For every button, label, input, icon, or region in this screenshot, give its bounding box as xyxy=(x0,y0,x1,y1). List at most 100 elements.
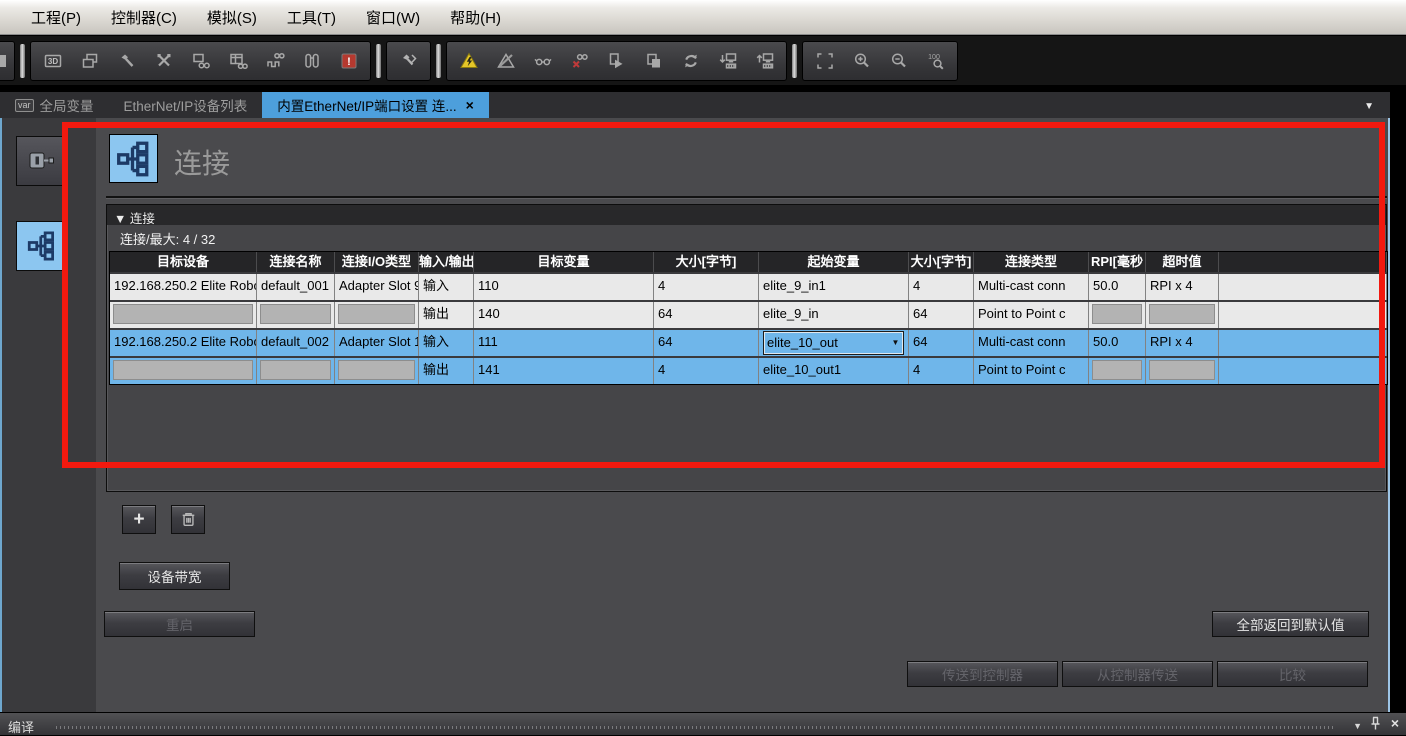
tools-icon[interactable] xyxy=(145,44,182,78)
watch-stop-icon[interactable] xyxy=(561,44,598,78)
table-cell[interactable]: default_002 xyxy=(257,330,335,356)
table-cell[interactable]: RPI x 4 xyxy=(1146,330,1219,356)
table-cell[interactable]: 50.0 xyxy=(1089,330,1146,356)
tab-builtin-ethernet-ip-port-settings[interactable]: 内置EtherNet/IP端口设置 连... × xyxy=(262,92,488,118)
menu-project[interactable]: 工程(P) xyxy=(16,2,96,33)
table-cell[interactable]: Adapter Slot 9 xyxy=(335,274,419,300)
warning-off-icon[interactable] xyxy=(487,44,524,78)
table-cell[interactable]: 141 xyxy=(474,358,654,384)
transfer-from-controller-button[interactable]: 从控制器传送 xyxy=(1062,661,1213,687)
menu-simulation[interactable]: 模拟(S) xyxy=(192,2,272,33)
table-cell[interactable]: Adapter Slot 10 xyxy=(335,330,419,356)
add-connection-button[interactable]: + xyxy=(122,505,156,534)
table-cell[interactable] xyxy=(1219,302,1387,328)
clipped-icon[interactable] xyxy=(0,44,15,78)
table-cell[interactable]: Point to Point c xyxy=(974,302,1089,328)
table-cell[interactable]: elite_10_out▼ xyxy=(759,330,909,356)
search-icon[interactable] xyxy=(293,44,330,78)
table-cell[interactable]: 110 xyxy=(474,274,654,300)
table-cell[interactable]: 64 xyxy=(909,302,974,328)
zoom-100-icon[interactable]: 100 xyxy=(917,44,954,78)
menu-help[interactable]: 帮助(H) xyxy=(435,2,516,33)
table-cell[interactable]: default_001 xyxy=(257,274,335,300)
sidebar-connection-button[interactable] xyxy=(16,221,68,271)
upload-controller-icon[interactable] xyxy=(746,44,783,78)
rebuild-icon[interactable] xyxy=(390,44,427,78)
download-controller-icon[interactable] xyxy=(709,44,746,78)
trace-icon[interactable] xyxy=(256,44,293,78)
frame-select-icon[interactable] xyxy=(806,44,843,78)
tab-close-icon[interactable]: × xyxy=(466,97,474,113)
table-cell[interactable]: elite_10_out1 xyxy=(759,358,909,384)
watch-window-icon[interactable] xyxy=(182,44,219,78)
zoom-out-icon[interactable] xyxy=(880,44,917,78)
run-doc-icon[interactable] xyxy=(598,44,635,78)
tab-global-variables[interactable]: var 全局变量 xyxy=(0,92,109,118)
table-cell[interactable]: elite_9_in1 xyxy=(759,274,909,300)
return-all-to-default-button[interactable]: 全部返回到默认值 xyxy=(1212,611,1369,637)
table-cell[interactable]: 4 xyxy=(909,274,974,300)
build-icon[interactable] xyxy=(108,44,145,78)
panel-menu-dropdown-icon[interactable]: ▼ xyxy=(1353,721,1362,731)
table-row[interactable]: 192.168.250.2 Elite Robot 版default_002Ad… xyxy=(110,328,1387,356)
table-cell[interactable]: elite_9_in xyxy=(759,302,909,328)
table-cell[interactable]: 50.0 xyxy=(1089,274,1146,300)
device-bandwidth-button[interactable]: 设备带宽 xyxy=(119,562,230,590)
table-cell[interactable]: 输入 xyxy=(419,330,474,356)
table-cell[interactable]: 4 xyxy=(654,358,759,384)
table-row[interactable]: 输出14064elite_9_in64Point to Point c xyxy=(110,300,1387,328)
compare-button[interactable]: 比较 xyxy=(1217,661,1368,687)
table-cell[interactable]: 输出 xyxy=(419,302,474,328)
table-cell[interactable] xyxy=(1219,330,1387,356)
table-cell[interactable]: 140 xyxy=(474,302,654,328)
table-cell[interactable] xyxy=(1219,274,1387,300)
tab-ethernet-ip-device-list[interactable]: EtherNet/IP设备列表 xyxy=(109,92,263,118)
error-list-icon[interactable]: ! xyxy=(330,44,367,78)
sync-icon[interactable] xyxy=(672,44,709,78)
table-cell[interactable]: 4 xyxy=(654,274,759,300)
menu-controller[interactable]: 控制器(C) xyxy=(96,2,192,33)
cascade-windows-icon[interactable] xyxy=(71,44,108,78)
table-cell[interactable]: 4 xyxy=(909,358,974,384)
collapse-triangle-icon[interactable]: ▼ xyxy=(114,212,126,226)
copy-icon[interactable] xyxy=(635,44,672,78)
zoom-in-icon[interactable] xyxy=(843,44,880,78)
table-cell[interactable]: 192.168.250.2 Elite Robot 版 xyxy=(110,330,257,356)
disabled-cell-box xyxy=(1092,304,1142,324)
watch-table-icon[interactable] xyxy=(219,44,256,78)
menu-tools[interactable]: 工具(T) xyxy=(272,2,351,33)
tab-list-dropdown-icon[interactable]: ▼ xyxy=(1364,101,1374,112)
combobox-dropdown-arrow-icon[interactable]: ▼ xyxy=(888,331,903,355)
table-row[interactable]: 192.168.250.2 Elite Robot 版default_001Ad… xyxy=(110,272,1387,300)
table-cell[interactable] xyxy=(1219,358,1387,384)
menu-window[interactable]: 窗口(W) xyxy=(351,2,435,33)
auto-hide-pin-icon[interactable] xyxy=(1369,716,1382,736)
table-cell[interactable]: Multi-cast conn xyxy=(974,274,1089,300)
build-panel-bar[interactable]: 编译 ▼ × xyxy=(0,712,1406,735)
start-variable-combobox[interactable]: elite_10_out▼ xyxy=(763,331,904,355)
restart-button[interactable]: 重启 xyxy=(104,611,255,637)
transfer-to-controller-button[interactable]: 传送到控制器 xyxy=(907,661,1058,687)
build-warning-icon[interactable] xyxy=(450,44,487,78)
table-cell[interactable]: 64 xyxy=(654,330,759,356)
table-cell[interactable]: 192.168.250.2 Elite Robot 版 xyxy=(110,274,257,300)
table-cell[interactable]: Multi-cast conn xyxy=(974,330,1089,356)
table-cell[interactable]: 111 xyxy=(474,330,654,356)
connection-settings-panel: 连接 ▼ 连接 连接/最大: 4 / 32 目标设备连接名称连接I/O类型输入/… xyxy=(0,118,1390,712)
watch-icon[interactable] xyxy=(524,44,561,78)
table-cell[interactable]: 输出 xyxy=(419,358,474,384)
table-cell[interactable]: 64 xyxy=(654,302,759,328)
table-cell[interactable]: RPI x 4 xyxy=(1146,274,1219,300)
panel-close-icon[interactable]: × xyxy=(1391,715,1399,731)
table-cell[interactable]: Point to Point c xyxy=(974,358,1089,384)
view-3d-icon[interactable]: 3D xyxy=(34,44,71,78)
sidebar-device-button[interactable] xyxy=(16,136,68,186)
section-header[interactable]: ▼ 连接 xyxy=(107,205,1386,225)
table-cell[interactable]: 64 xyxy=(909,330,974,356)
table-cell[interactable]: 输入 xyxy=(419,274,474,300)
drag-handle-dots[interactable] xyxy=(56,726,1334,729)
table-cell xyxy=(257,302,335,328)
trash-icon xyxy=(179,510,198,529)
delete-connection-button[interactable] xyxy=(171,505,205,534)
table-row[interactable]: 输出1414elite_10_out14Point to Point c xyxy=(110,356,1387,384)
